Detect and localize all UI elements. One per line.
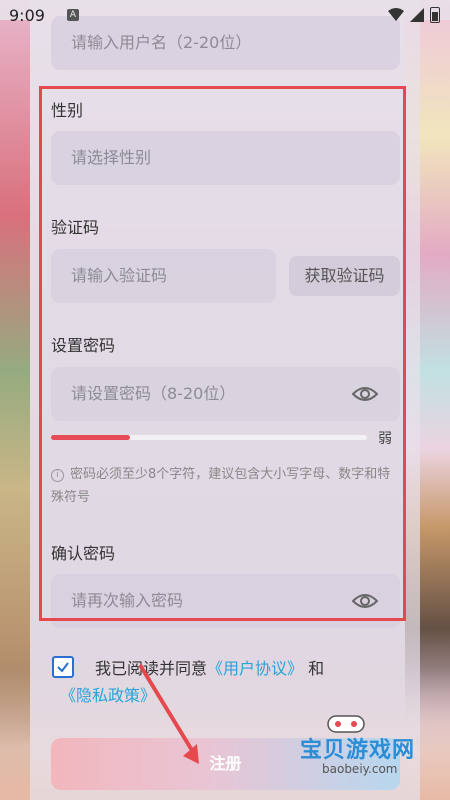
- info-icon: i: [51, 469, 64, 482]
- agreement-checkbox[interactable]: [52, 656, 74, 678]
- arrow-annotation: [138, 663, 199, 764]
- notification-icon: A: [66, 9, 79, 21]
- confirm-password-input[interactable]: 请再次输入密码: [51, 574, 400, 628]
- get-code-button[interactable]: 获取验证码: [289, 256, 400, 296]
- code-label: 验证码: [51, 218, 100, 237]
- gender-label: 性别: [51, 101, 84, 120]
- battery-icon: [430, 7, 440, 23]
- password-strength-fill: [51, 435, 130, 440]
- confirm-label: 确认密码: [51, 544, 116, 563]
- status-time: 9:09: [9, 5, 45, 25]
- password-input[interactable]: 请设置密码（8-20位）: [51, 367, 400, 421]
- agreement-and: 和: [308, 659, 325, 678]
- password-placeholder: 请设置密码（8-20位）: [71, 384, 236, 403]
- user-agreement-link[interactable]: 《用户协议》: [207, 659, 303, 678]
- password-hint-text: 密码必须至少8个字符，建议包含大小写字母、数字和特殊符号: [51, 467, 391, 505]
- password-strength-label: 弱: [378, 431, 392, 447]
- status-bar: 9:09 A: [0, 0, 450, 30]
- eye-icon[interactable]: [352, 384, 378, 404]
- confirm-placeholder: 请再次输入密码: [71, 591, 184, 610]
- watermark-url: baobeiy.com: [322, 762, 398, 776]
- code-input[interactable]: 请输入验证码: [51, 249, 276, 303]
- password-label: 设置密码: [51, 336, 116, 355]
- watermark-name: 宝贝游戏网: [300, 738, 416, 763]
- status-icons: [388, 7, 440, 23]
- eye-icon[interactable]: [352, 591, 378, 611]
- signal-icon: [410, 8, 424, 22]
- password-hint: i 密码必须至少8个字符，建议包含大小写字母、数字和特殊符号: [51, 463, 401, 509]
- gamepad-icon: [327, 715, 365, 733]
- agreement-text: 我已阅读并同意《用户协议》 和: [95, 655, 324, 679]
- wifi-icon: [388, 8, 404, 21]
- password-strength-bar: [51, 435, 367, 440]
- gender-select[interactable]: 请选择性别: [51, 131, 400, 185]
- checkmark-icon: [57, 662, 69, 673]
